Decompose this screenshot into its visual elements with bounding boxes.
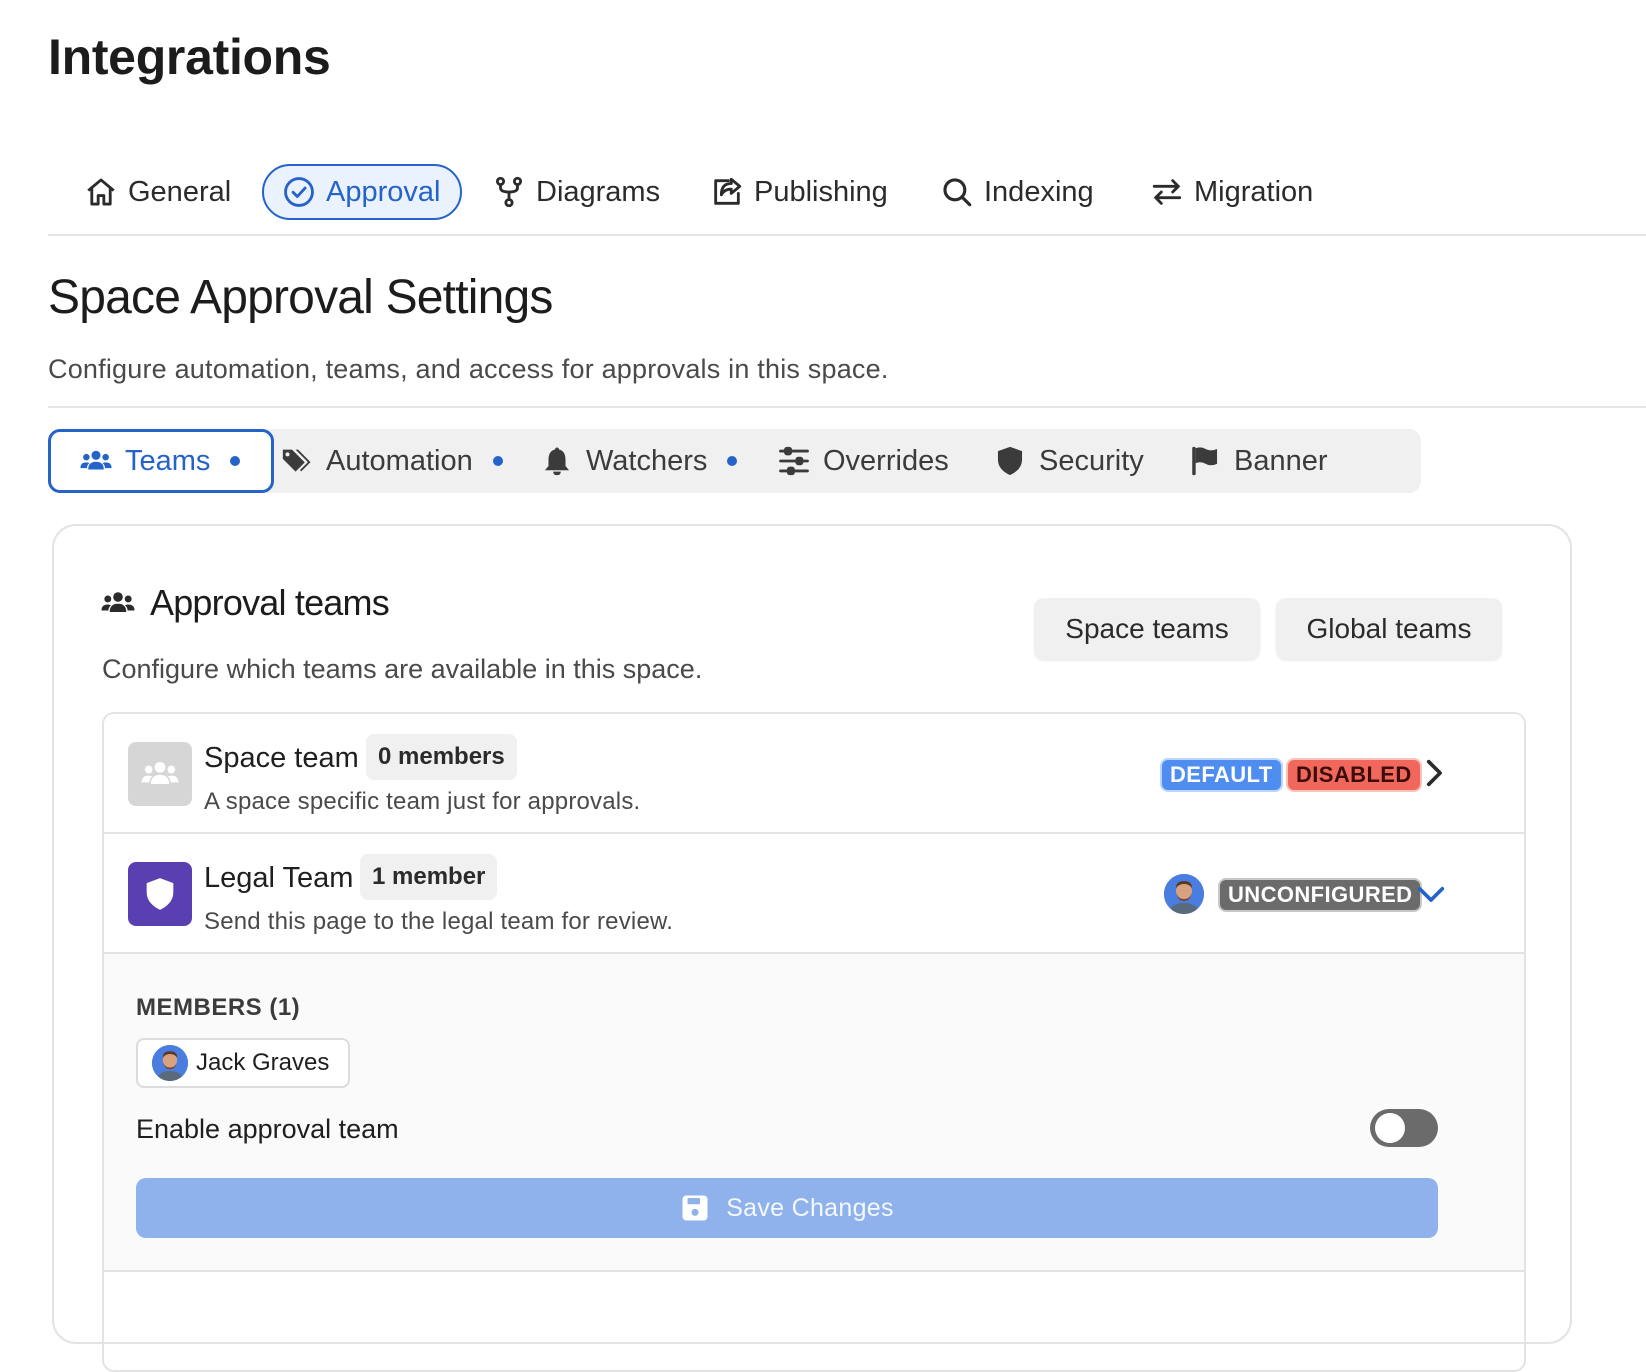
- nav-item-label: Migration: [1194, 175, 1314, 208]
- bell-icon: [544, 447, 570, 476]
- disabled-badge: DISABLED: [1286, 758, 1422, 792]
- team-description: Send this page to the legal team for rev…: [204, 908, 674, 935]
- tab-watchers[interactable]: Watchers: [540, 429, 738, 493]
- tab-security[interactable]: Security: [993, 429, 1144, 493]
- tags-icon: [282, 449, 311, 472]
- global-teams-button[interactable]: Global teams: [1276, 598, 1502, 660]
- enable-approval-toggle[interactable]: [1370, 1109, 1438, 1147]
- unsaved-dot: [492, 456, 503, 466]
- tab-label: Teams: [125, 444, 211, 477]
- tab-label: Banner: [1234, 444, 1328, 477]
- check-circle-icon: [284, 177, 314, 207]
- section-description: Configure automation, teams, and access …: [48, 354, 889, 384]
- flag-icon: [1192, 446, 1218, 476]
- tab-banner[interactable]: Banner: [1188, 429, 1328, 493]
- member-count-badge: 1 member: [360, 854, 498, 900]
- nav-item-migration[interactable]: Migration: [1150, 164, 1313, 220]
- unconfigured-badge: UNCONFIGURED: [1218, 878, 1423, 912]
- toggle-knob: [1375, 1113, 1405, 1143]
- arrows-exchange-icon: [1152, 179, 1182, 205]
- legal-team-details: MEMBERS (1) Jack Graves Enable approval …: [104, 954, 1524, 1272]
- nav-item-approval[interactable]: Approval: [262, 164, 463, 220]
- member-avatar: [1164, 874, 1204, 914]
- tab-overrides[interactable]: Overrides: [777, 429, 949, 493]
- nav-item-indexing[interactable]: Indexing: [940, 164, 1094, 220]
- settings-tabs: Teams Automation Watchers Overrides Secu…: [48, 429, 1421, 493]
- member-chip[interactable]: Jack Graves: [136, 1038, 350, 1088]
- tab-teams[interactable]: Teams: [48, 429, 274, 493]
- divider: [48, 406, 1646, 408]
- chevron-right-icon[interactable]: [1416, 756, 1450, 790]
- team-row-legal-team[interactable]: Legal Team 1 member Send this page to th…: [104, 834, 1524, 954]
- card-description: Configure which teams are available in t…: [102, 654, 703, 684]
- member-avatar: [152, 1045, 188, 1081]
- fork-icon: [495, 176, 523, 208]
- card-title: Approval teams: [100, 582, 390, 624]
- default-badge: DEFAULT: [1160, 758, 1283, 792]
- member-name: Jack Graves: [196, 1049, 330, 1076]
- members-label: MEMBERS (1): [136, 994, 301, 1021]
- save-changes-button[interactable]: Save Changes: [136, 1178, 1438, 1238]
- unsaved-dot: [230, 456, 241, 466]
- team-name: Legal Team: [204, 862, 354, 894]
- users-icon: [101, 592, 135, 612]
- space-teams-button[interactable]: Space teams: [1034, 598, 1260, 660]
- nav-item-general[interactable]: General: [84, 164, 231, 220]
- enable-approval-label: Enable approval team: [136, 1114, 399, 1144]
- shield-icon: [997, 446, 1023, 476]
- chevron-down-icon[interactable]: [1414, 876, 1448, 910]
- save-icon: [682, 1195, 708, 1221]
- nav-item-diagrams[interactable]: Diagrams: [492, 164, 660, 220]
- tab-label: Watchers: [586, 444, 708, 477]
- tab-automation[interactable]: Automation: [280, 429, 503, 493]
- nav-item-label: General: [128, 175, 232, 208]
- nav-item-label: Approval: [326, 175, 441, 208]
- approval-teams-card: Approval teams Configure which teams are…: [52, 524, 1572, 1372]
- card-title-text: Approval teams: [150, 582, 390, 623]
- team-avatar: [128, 862, 192, 926]
- member-count-badge: 0 members: [366, 734, 517, 780]
- team-list: Space team 0 members A space specific te…: [102, 712, 1526, 1372]
- team-name: Space team: [204, 742, 359, 774]
- sliders-icon: [779, 446, 809, 476]
- unsaved-dot: [727, 456, 738, 466]
- users-icon: [80, 450, 112, 470]
- team-row-space-team[interactable]: Space team 0 members A space specific te…: [104, 714, 1524, 834]
- tab-label: Overrides: [823, 444, 949, 477]
- users-icon: [141, 762, 179, 784]
- nav-item-publishing[interactable]: Publishing: [710, 164, 888, 220]
- tab-label: Automation: [326, 444, 473, 477]
- save-label: Save Changes: [726, 1193, 894, 1222]
- nav-item-label: Publishing: [754, 175, 888, 208]
- home-icon: [87, 178, 115, 206]
- nav-item-label: Indexing: [984, 175, 1094, 208]
- team-description: A space specific team just for approvals…: [204, 788, 641, 815]
- team-avatar: [128, 742, 192, 806]
- person-avatar-icon: [1164, 874, 1204, 914]
- section-title: Space Approval Settings: [48, 271, 553, 324]
- main-nav: General Approval Diagrams Publishing Ind…: [48, 158, 1646, 236]
- nav-item-label: Diagrams: [536, 175, 661, 208]
- search-icon: [943, 178, 972, 207]
- share-icon: [714, 177, 742, 205]
- person-avatar-icon: [152, 1045, 188, 1081]
- shield-icon: [146, 878, 174, 910]
- tab-label: Security: [1039, 444, 1144, 477]
- page-title: Integrations: [48, 29, 331, 85]
